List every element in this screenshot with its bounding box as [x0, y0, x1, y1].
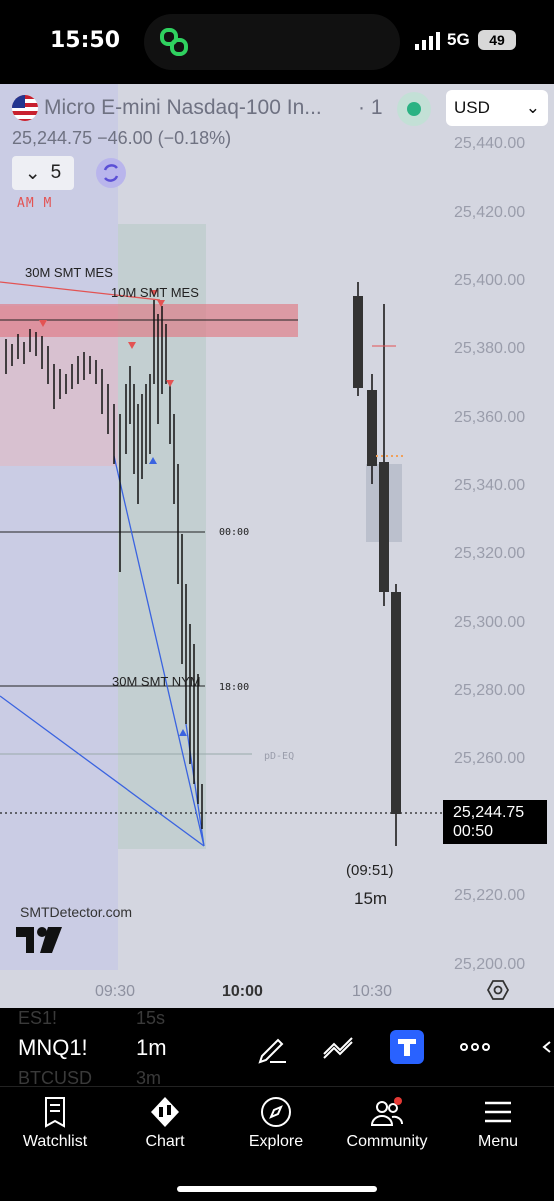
smt-label: 30M SMT NYM [112, 674, 201, 689]
symbol-interval: · 1 [358, 96, 383, 119]
tradingview-logo-icon [16, 927, 62, 953]
session-band [0, 84, 118, 970]
last-price: 25,244.75 [453, 804, 525, 821]
indicator-count: 5 [50, 162, 62, 183]
nav-watchlist[interactable]: Watchlist [0, 1087, 110, 1167]
x-axis-label: 10:00 [222, 983, 263, 1000]
dynamic-island [144, 14, 400, 70]
nav-explore[interactable]: Explore [221, 1087, 331, 1167]
x-axis-label: 09:30 [95, 983, 136, 1000]
y-axis-label: 25,400.00 [454, 272, 526, 289]
nav-label: Community [346, 1133, 428, 1150]
us-flag-icon [12, 95, 38, 121]
watermark: SMTDetector.com [20, 904, 133, 920]
chart-layout-button[interactable] [390, 1030, 424, 1064]
interval-picker[interactable]: 1m [136, 1035, 167, 1061]
refresh-icon[interactable] [96, 158, 126, 188]
community-icon [370, 1097, 403, 1126]
currency-value: USD [454, 98, 490, 117]
nav-label: Explore [248, 1133, 304, 1150]
status-bar: 15:50 5G 49 [0, 0, 554, 84]
chart-toolbar: ES1! 15s MNQ1! 1m BTCUSD 3m [0, 1008, 554, 1086]
watchlist-icon [45, 1097, 65, 1128]
candle-time: (09:51) [346, 862, 394, 879]
menu-icon [485, 1101, 511, 1123]
smt-label: 10M SMT MES [111, 285, 199, 300]
chevron-down-icon: ⌄ [525, 98, 540, 117]
nav-community[interactable]: Community [332, 1087, 442, 1167]
time-label: 00:00 [219, 527, 250, 538]
signal-icon [415, 32, 440, 50]
y-axis-label: 25,320.00 [454, 545, 526, 562]
y-axis-label: 25,360.00 [454, 409, 526, 426]
chart-area[interactable]: Micro E-mini Nasdaq-100 In... · 1 USD ⌄ … [0, 84, 554, 1008]
y-axis-label: 25,420.00 [454, 204, 526, 221]
object-tree-icon [398, 1039, 416, 1056]
link-icon [160, 28, 188, 56]
nav-label: Watchlist [22, 1133, 88, 1150]
bottom-navigation: Watchlist Chart Explore Community Menu [0, 1086, 554, 1201]
symbol-header[interactable]: Micro E-mini Nasdaq-100 In... [12, 94, 322, 122]
indicators-toggle-button[interactable]: ⌄ 5 [12, 156, 74, 190]
bar-countdown: 00:50 [453, 823, 494, 840]
x-axis-label: 10:30 [352, 983, 393, 1000]
drawing-pen-icon[interactable] [256, 1030, 290, 1064]
symbol-name[interactable]: Micro E-mini Nasdaq-100 In... [44, 96, 322, 120]
symbol-picker-prev[interactable]: ES1! [18, 1008, 57, 1029]
y-axis-label: 25,220.00 [454, 887, 526, 904]
status-time: 15:50 [50, 28, 121, 53]
y-axis-label: 25,200.00 [454, 956, 526, 973]
y-axis-label: 25,300.00 [454, 614, 526, 631]
price-change: 25,244.75 −46.00 (−0.18%) [12, 128, 232, 148]
more-options-icon[interactable] [458, 1030, 492, 1064]
compass-icon [261, 1097, 291, 1127]
chevron-left-icon[interactable] [536, 1030, 554, 1064]
indicators-icon[interactable] [322, 1030, 356, 1064]
chart-settings-icon[interactable] [487, 979, 509, 1001]
currency-select[interactable]: USD ⌄ [446, 90, 548, 126]
y-axis-label: 25,380.00 [454, 340, 526, 357]
interval-picker-next[interactable]: 3m [136, 1068, 161, 1086]
y-axis-label: 25,260.00 [454, 750, 526, 767]
battery-icon: 49 [478, 30, 516, 50]
network-type: 5G [447, 30, 470, 49]
symbol-picker[interactable]: MNQ1! [18, 1035, 88, 1061]
y-axis-label: 25,280.00 [454, 682, 526, 699]
pd-eq-label: pD-EQ [264, 751, 295, 762]
time-label: 18:00 [219, 682, 250, 693]
last-price-tag: 25,244.75 00:50 [443, 800, 547, 844]
y-axis-label: 25,340.00 [454, 477, 526, 494]
nav-label: Menu [477, 1133, 519, 1150]
y-axis-label: 25,440.00 [454, 135, 526, 152]
nav-label: Chart [145, 1133, 185, 1150]
market-status-icon [397, 92, 431, 126]
nav-chart[interactable]: Chart [110, 1087, 220, 1167]
nav-menu[interactable]: Menu [443, 1087, 553, 1167]
session-tag: AM M [17, 196, 53, 211]
home-indicator [177, 1186, 377, 1192]
htf-candles [353, 282, 404, 846]
chevron-down-icon: ⌄ [24, 162, 41, 184]
interval-picker-prev[interactable]: 15s [136, 1008, 165, 1029]
symbol-picker-next[interactable]: BTCUSD [18, 1068, 92, 1086]
chart-icon [151, 1097, 179, 1127]
candle-interval: 15m [354, 889, 388, 908]
smt-label: 30M SMT MES [25, 265, 113, 280]
